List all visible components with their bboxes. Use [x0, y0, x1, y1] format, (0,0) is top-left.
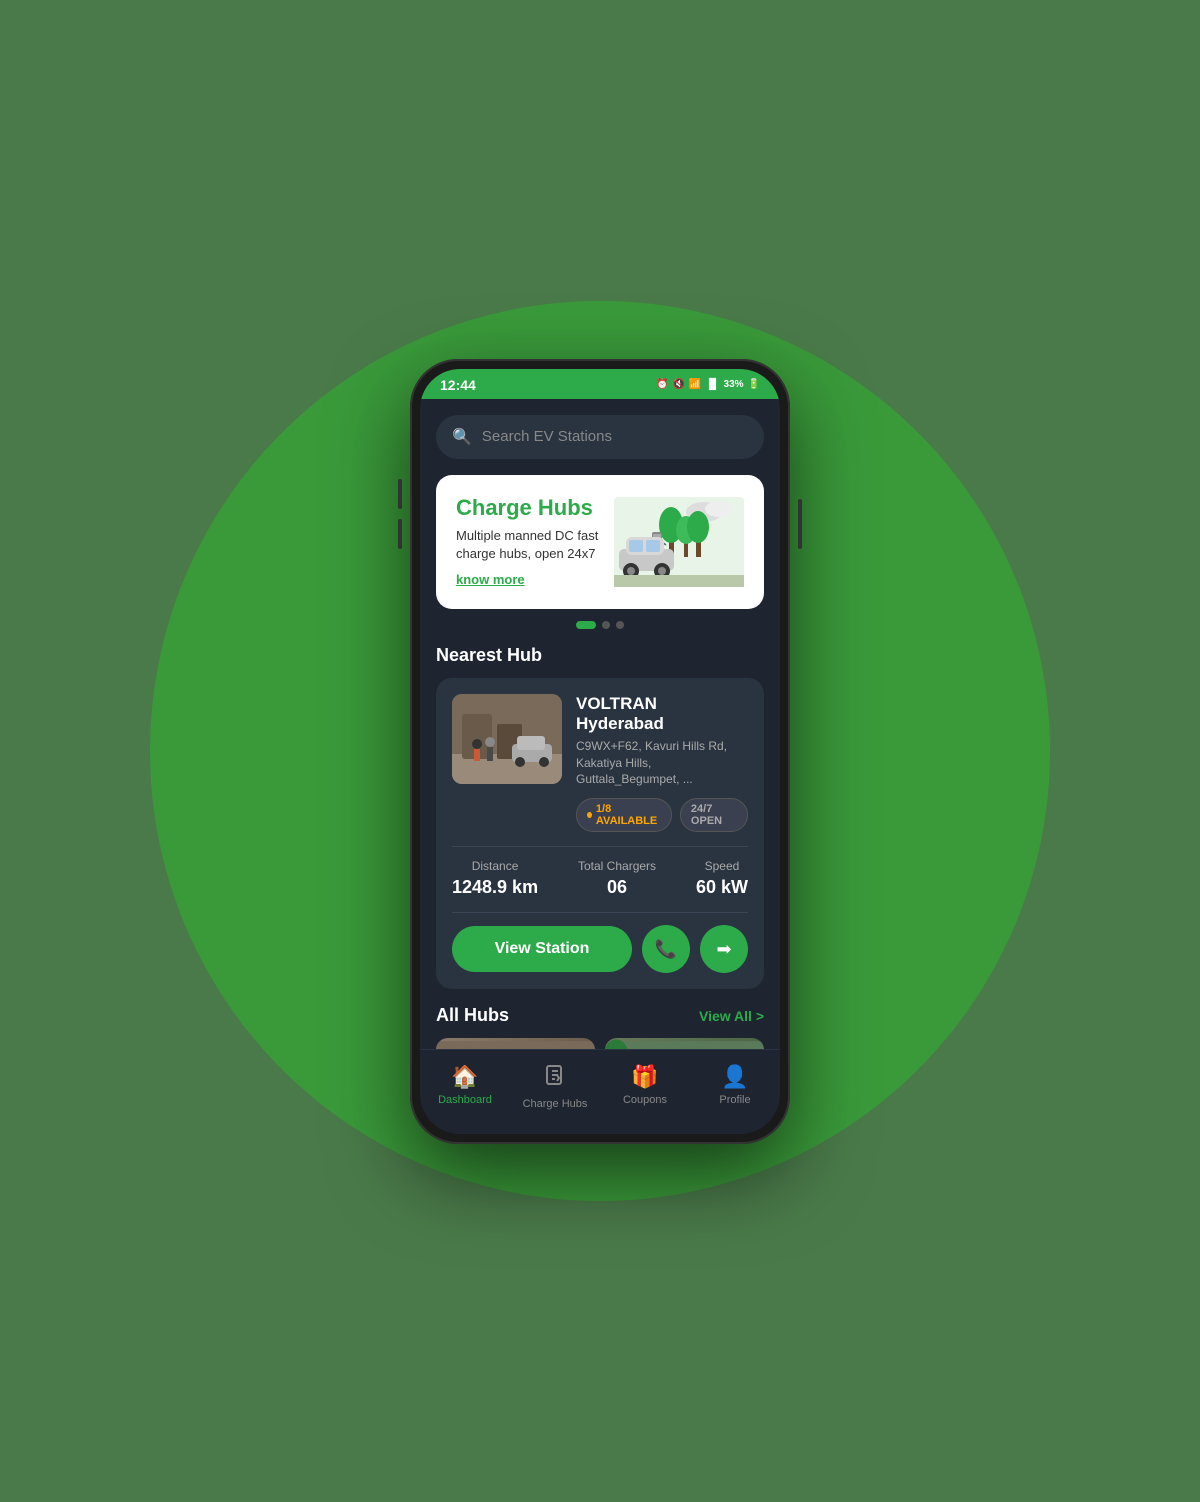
availability-badge: 1/8 AVAILABLE: [576, 798, 672, 832]
profile-icon: 👤: [721, 1064, 748, 1090]
volume-up-button[interactable]: [398, 479, 402, 509]
banner-card: Charge Hubs Multiple manned DC fast char…: [436, 475, 764, 609]
status-icons: ⏰ 🔇 📶 ▐▌ 33% 🔋: [656, 379, 760, 390]
wifi-icon: 📶: [689, 379, 701, 390]
bottom-nav: 🏠 Dashboard Charge Hubs 🎁 Coupons 👤: [420, 1049, 780, 1134]
coupons-icon: 🎁: [631, 1064, 658, 1090]
search-bar[interactable]: 🔍 Search EV Stations: [436, 415, 764, 459]
nav-profile[interactable]: 👤 Profile: [690, 1060, 780, 1114]
power-button[interactable]: [798, 499, 802, 549]
speed-stat: Speed 60 kW: [696, 859, 748, 898]
hub-stats: Distance 1248.9 km Total Chargers 06 Spe…: [452, 859, 748, 898]
nav-coupons[interactable]: 🎁 Coupons: [600, 1060, 690, 1114]
banner-title: Charge Hubs: [456, 495, 614, 521]
hub-actions: View Station 📞 ➡: [452, 925, 748, 973]
directions-button[interactable]: ➡: [700, 925, 748, 973]
carousel-dots: [436, 621, 764, 629]
mute-icon: 🔇: [672, 379, 684, 390]
hub-image-inner: [452, 694, 562, 784]
phone-frame: 12:44 ⏰ 🔇 📶 ▐▌ 33% 🔋 🔍 Search EV Station…: [410, 359, 790, 1144]
nav-charge-hubs[interactable]: Charge Hubs: [510, 1060, 600, 1114]
nav-profile-label: Profile: [719, 1094, 750, 1106]
speed-label: Speed: [696, 859, 748, 873]
hub-info: VOLTRAN Hyderabad C9WX+F62, Kavuri Hills…: [576, 694, 748, 832]
phone-icon: 📞: [655, 939, 677, 960]
nearest-hub-card: VOLTRAN Hyderabad C9WX+F62, Kavuri Hills…: [436, 678, 764, 989]
charge-hubs-icon: [543, 1064, 567, 1094]
phone-screen: 12:44 ⏰ 🔇 📶 ▐▌ 33% 🔋 🔍 Search EV Station…: [420, 369, 780, 1134]
banner-illustration: [614, 497, 744, 587]
banner-link[interactable]: know more: [456, 572, 525, 587]
nav-coupons-label: Coupons: [623, 1094, 667, 1106]
search-placeholder: Search EV Stations: [482, 428, 612, 445]
hub-thumb-1[interactable]: 1/8 AVAILABLE: [436, 1038, 595, 1048]
battery-text: 33%: [724, 379, 744, 390]
banner-description: Multiple manned DC fast charge hubs, ope…: [456, 527, 614, 563]
status-time: 12:44: [440, 377, 476, 393]
distance-label: Distance: [452, 859, 538, 873]
hub-name: VOLTRAN Hyderabad: [576, 694, 748, 734]
volume-down-button[interactable]: [398, 519, 402, 549]
chargers-label: Total Chargers: [578, 859, 656, 873]
hub-divider: [452, 846, 748, 847]
hub-top-section: VOLTRAN Hyderabad C9WX+F62, Kavuri Hills…: [452, 694, 748, 832]
signal-icon: ▐▌: [705, 379, 719, 390]
call-button[interactable]: 📞: [642, 925, 690, 973]
nav-charge-hubs-label: Charge Hubs: [523, 1098, 588, 1110]
status-bar: 12:44 ⏰ 🔇 📶 ▐▌ 33% 🔋: [420, 369, 780, 399]
hub-address: C9WX+F62, Kavuri Hills Rd, Kakatiya Hill…: [576, 738, 748, 788]
alarm-icon: ⏰: [656, 379, 668, 390]
distance-stat: Distance 1248.9 km: [452, 859, 538, 898]
view-all-button[interactable]: View All >: [699, 1008, 764, 1024]
all-hubs-title: All Hubs: [436, 1005, 509, 1026]
hub-image: [452, 694, 562, 784]
open-badge: 24/7 OPEN: [680, 798, 748, 832]
chargers-value: 06: [578, 877, 656, 898]
availability-text: 1/8 AVAILABLE: [596, 803, 661, 827]
search-icon: 🔍: [452, 427, 472, 447]
dot-1[interactable]: [576, 621, 596, 629]
hubs-grid: 1/8 AVAILABLE: [436, 1038, 764, 1048]
view-station-button[interactable]: View Station: [452, 926, 632, 972]
banner-text: Charge Hubs Multiple manned DC fast char…: [456, 495, 614, 589]
nav-dashboard[interactable]: 🏠 Dashboard: [420, 1060, 510, 1114]
availability-dot: [587, 812, 592, 818]
nav-dashboard-label: Dashboard: [438, 1094, 492, 1106]
dashboard-icon: 🏠: [451, 1064, 478, 1090]
nearest-hub-title: Nearest Hub: [436, 645, 764, 666]
speed-value: 60 kW: [696, 877, 748, 898]
dot-3[interactable]: [616, 621, 624, 629]
distance-value: 1248.9 km: [452, 877, 538, 898]
battery-icon: 🔋: [748, 379, 760, 390]
main-content: 🔍 Search EV Stations Charge Hubs Multipl…: [420, 399, 780, 1049]
chargers-stat: Total Chargers 06: [578, 859, 656, 898]
hub-badges: 1/8 AVAILABLE 24/7 OPEN: [576, 798, 748, 832]
dot-2[interactable]: [602, 621, 610, 629]
all-hubs-header: All Hubs View All >: [436, 1005, 764, 1026]
directions-icon: ➡: [716, 939, 731, 960]
hub-divider-2: [452, 912, 748, 913]
hub-thumb-2[interactable]: AVAILABLE 60KW: [605, 1038, 764, 1048]
